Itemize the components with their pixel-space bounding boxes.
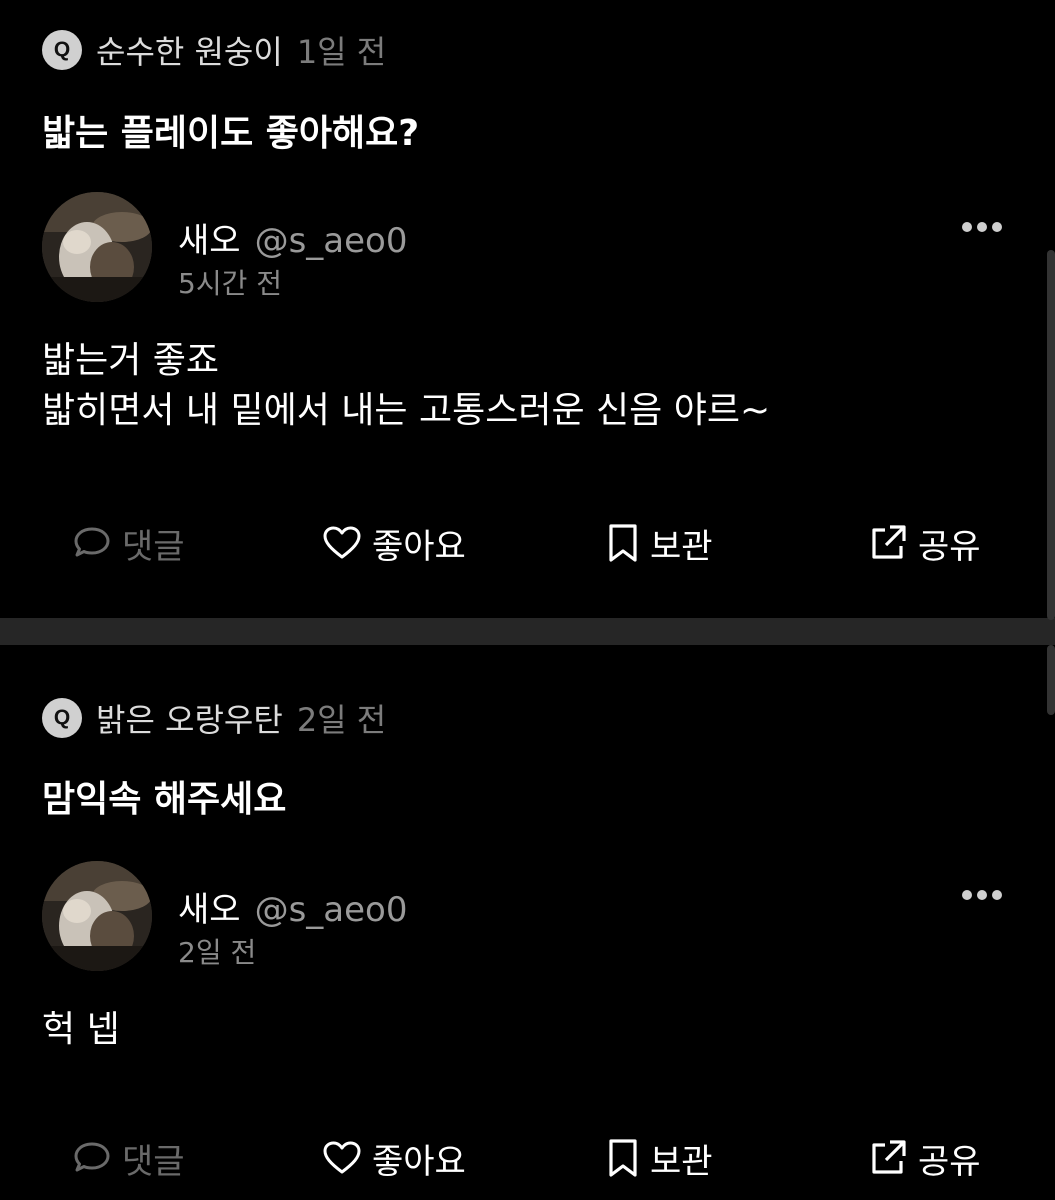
avatar[interactable] bbox=[42, 861, 152, 971]
post-time: 2일 전 bbox=[178, 936, 257, 969]
user-handle[interactable]: @s_aeo0 bbox=[255, 221, 408, 261]
answer-line: 밟는거 좋죠 bbox=[42, 340, 220, 381]
speech-bubble-icon bbox=[74, 527, 110, 557]
answer-text: 밟는거 좋죠 밟히면서 내 밑에서 내는 고통스러운 신음 야르~ bbox=[42, 336, 770, 436]
post-card: Q 순수한 원숭이 1일 전 밟는 플레이도 좋아해요? 새오 @s_aeo0 5… bbox=[0, 0, 1055, 618]
comment-label: 댓글 bbox=[122, 526, 185, 567]
share-external-icon bbox=[872, 1140, 906, 1174]
bookmark-outline-icon bbox=[609, 1139, 637, 1177]
heart-outline-icon bbox=[323, 1141, 361, 1174]
q-badge-icon: Q bbox=[42, 698, 82, 738]
answer-line: 밟히면서 내 밑에서 내는 고통스러운 신음 야르~ bbox=[42, 390, 771, 431]
action-bar: 댓글 좋아요 보관 공유 bbox=[0, 1133, 1055, 1183]
question-time: 1일 전 bbox=[296, 33, 387, 71]
answer-text: 헉 넵 bbox=[42, 1005, 120, 1055]
avatar-image bbox=[42, 192, 152, 302]
avatar[interactable] bbox=[42, 192, 152, 302]
question-meta: Q 밝은 오랑우탄 2일 전 bbox=[42, 696, 386, 740]
comment-button[interactable]: 댓글 bbox=[72, 518, 185, 568]
scrollbar[interactable] bbox=[1047, 250, 1055, 620]
post-divider bbox=[0, 618, 1055, 645]
save-button[interactable]: 보관 bbox=[606, 518, 713, 568]
question-meta: Q 순수한 원숭이 1일 전 bbox=[42, 28, 386, 72]
avatar-image bbox=[42, 861, 152, 971]
user-name[interactable]: 새오 bbox=[178, 221, 241, 261]
question-text[interactable]: 맘익속 해주세요 bbox=[42, 770, 286, 822]
save-label: 보관 bbox=[650, 526, 713, 567]
bookmark-outline-icon bbox=[609, 524, 637, 562]
more-options-icon[interactable] bbox=[962, 888, 1006, 902]
share-button[interactable]: 공유 bbox=[868, 518, 981, 568]
comment-label: 댓글 bbox=[122, 1141, 185, 1182]
q-badge-icon: Q bbox=[42, 30, 82, 70]
action-bar: 댓글 좋아요 보관 공유 bbox=[0, 518, 1055, 568]
user-handle[interactable]: @s_aeo0 bbox=[255, 890, 408, 930]
user-name[interactable]: 새오 bbox=[178, 890, 241, 930]
question-author[interactable]: 밝은 오랑우탄 bbox=[96, 695, 283, 741]
like-label: 좋아요 bbox=[372, 1141, 466, 1182]
question-text[interactable]: 밟는 플레이도 좋아해요? bbox=[42, 104, 419, 156]
share-external-icon bbox=[872, 525, 906, 559]
more-options-icon[interactable] bbox=[962, 220, 1006, 234]
share-label: 공유 bbox=[918, 1141, 981, 1182]
post-time: 5시간 전 bbox=[178, 267, 282, 300]
answer-line: 헉 넵 bbox=[42, 1009, 120, 1050]
question-author[interactable]: 순수한 원숭이 bbox=[96, 27, 283, 73]
like-button[interactable]: 좋아요 bbox=[322, 1133, 466, 1183]
post-card: Q 밝은 오랑우탄 2일 전 맘익속 해주세요 새오 @s_aeo0 2일 전 헉… bbox=[0, 645, 1055, 1200]
save-button[interactable]: 보관 bbox=[606, 1133, 713, 1183]
save-label: 보관 bbox=[650, 1141, 713, 1182]
share-button[interactable]: 공유 bbox=[868, 1133, 981, 1183]
user-name-row[interactable]: 새오 @s_aeo0 bbox=[178, 213, 407, 262]
question-time: 2일 전 bbox=[296, 701, 387, 739]
speech-bubble-icon bbox=[74, 1142, 110, 1172]
heart-outline-icon bbox=[323, 526, 361, 559]
comment-button[interactable]: 댓글 bbox=[72, 1133, 185, 1183]
like-label: 좋아요 bbox=[372, 526, 466, 567]
share-label: 공유 bbox=[918, 526, 981, 567]
like-button[interactable]: 좋아요 bbox=[322, 518, 466, 568]
user-name-row[interactable]: 새오 @s_aeo0 bbox=[178, 882, 407, 931]
